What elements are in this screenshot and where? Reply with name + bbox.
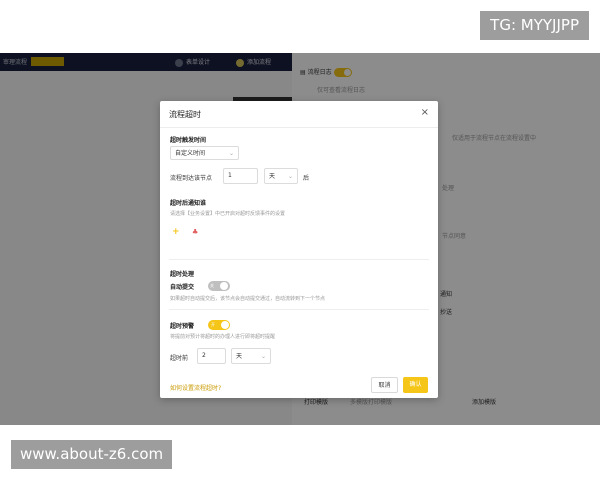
warn-unit-value: 天 bbox=[236, 353, 243, 360]
handle-hint: 如果超时自动提交后，该节点会自动提交通过，自动流转到下一个节点 bbox=[170, 296, 326, 302]
trigger-amount-input[interactable]: 1 bbox=[223, 168, 258, 184]
notify-hint: 请选择【业务设置】中已开启对超时反馈事件的设置 bbox=[170, 211, 286, 217]
trigger-heading: 超时触发时间 bbox=[170, 137, 207, 144]
chevron-down-icon: ⌄ bbox=[287, 173, 293, 180]
after-label: 后 bbox=[303, 175, 310, 182]
warn-toggle-state: 开 bbox=[211, 322, 215, 327]
auto-submit-label: 自动提交 bbox=[170, 284, 195, 291]
trigger-type-select[interactable]: 自定义时间 ⌄ bbox=[170, 146, 239, 160]
trigger-unit-select[interactable]: 天 ⌄ bbox=[264, 168, 298, 184]
before-label: 超时前 bbox=[170, 355, 189, 362]
warn-amount-value: 2 bbox=[202, 352, 206, 359]
warn-heading: 超时预警 bbox=[170, 323, 195, 330]
watermark-bottom: www.about-z6.com bbox=[11, 440, 173, 469]
warn-amount-input[interactable]: 2 bbox=[197, 348, 226, 364]
toggle-knob bbox=[220, 282, 228, 290]
warn-unit-select[interactable]: 天 ⌄ bbox=[231, 348, 271, 364]
warn-toggle[interactable]: 开 bbox=[208, 320, 230, 330]
trigger-type-value: 自定义时间 bbox=[175, 150, 206, 157]
people-icon[interactable]: ♣ bbox=[192, 228, 198, 236]
cancel-button[interactable]: 取消 bbox=[371, 377, 398, 393]
section-divider bbox=[169, 309, 429, 310]
dialog-header: 流程超时 × bbox=[160, 101, 438, 128]
app-screenshot: 审理流程 表单设计 添加流程 ▤ 流程日志 仅可查看流程日志 仅适用于流程节点在… bbox=[0, 53, 600, 425]
toggle-knob bbox=[221, 321, 229, 329]
dialog-title: 流程超时 bbox=[169, 110, 201, 119]
add-notify-icon[interactable]: + bbox=[172, 227, 180, 237]
timeout-dialog: 流程超时 × 超时触发时间 自定义时间 ⌄ 流程到达该节点 1 天 ⌄ 后 超时… bbox=[160, 101, 438, 398]
notify-heading: 超时后通知谁 bbox=[170, 200, 207, 207]
auto-submit-state: 关 bbox=[210, 283, 214, 288]
watermark-top: TG: MYYJJPP bbox=[480, 11, 589, 40]
close-icon[interactable]: × bbox=[421, 107, 429, 118]
auto-submit-toggle[interactable]: 关 bbox=[208, 281, 230, 291]
handle-heading: 超时处理 bbox=[170, 271, 195, 278]
trigger-amount-value: 1 bbox=[228, 172, 232, 179]
section-divider bbox=[169, 259, 429, 260]
chevron-down-icon: ⌄ bbox=[228, 150, 234, 157]
ok-button[interactable]: 确认 bbox=[403, 377, 428, 393]
help-link[interactable]: 如何设置流程超时? bbox=[170, 383, 221, 392]
chevron-down-icon: ⌄ bbox=[260, 353, 266, 360]
trigger-unit-value: 天 bbox=[269, 173, 276, 180]
reach-label: 流程到达该节点 bbox=[170, 175, 213, 182]
warn-hint: 将提前对预计将超时的办理人进行即将超时提醒 bbox=[170, 334, 276, 340]
